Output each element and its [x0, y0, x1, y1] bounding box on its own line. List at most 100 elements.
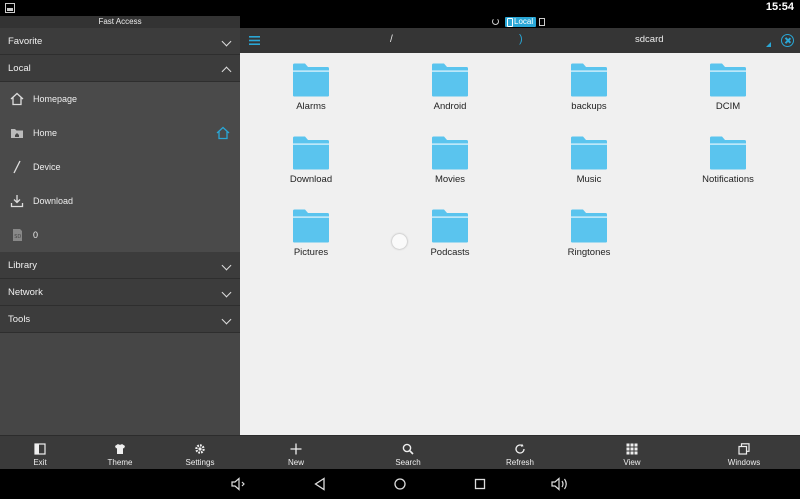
folder-name: Movies: [434, 174, 466, 185]
house-icon: [10, 92, 24, 106]
settings-label: Settings: [185, 458, 215, 467]
folder-item[interactable]: Podcasts: [395, 199, 505, 259]
windows-label: Windows: [727, 458, 761, 467]
folder-item[interactable]: Pictures: [256, 199, 366, 259]
section-label: Library: [8, 260, 38, 271]
settings-button[interactable]: Settings: [160, 436, 240, 470]
folder-item[interactable]: Notifications: [673, 126, 783, 186]
folder-icon: [571, 136, 607, 170]
folder-icon: [571, 209, 607, 243]
local-window-tab[interactable]: Local: [505, 17, 537, 27]
remote-window-icon[interactable]: [539, 18, 545, 26]
new-label: New: [287, 458, 304, 467]
folder-icon: [571, 63, 607, 97]
exit-label: Exit: [33, 458, 47, 467]
folder-icon: [710, 136, 746, 170]
folder-item[interactable]: Movies: [395, 126, 505, 186]
folder-item[interactable]: Music: [534, 126, 644, 186]
dropdown-corner-icon[interactable]: [766, 42, 771, 47]
menu-icon[interactable]: [249, 35, 260, 46]
folder-icon: [293, 209, 329, 243]
chevron-down-icon: [221, 314, 232, 325]
section-local[interactable]: Local: [0, 55, 240, 82]
sidebar-item-label: Device: [33, 162, 61, 172]
section-label: Tools: [8, 314, 31, 325]
sidebar-item-home[interactable]: Home: [0, 116, 240, 150]
sync-icon[interactable]: [492, 18, 499, 25]
section-network[interactable]: Network: [0, 279, 240, 306]
section-favorite[interactable]: Favorite: [0, 28, 240, 55]
path-bar: / ) sdcard: [240, 28, 800, 53]
folder-name: Android: [433, 101, 467, 112]
folder-name: Podcasts: [430, 247, 470, 258]
local-items-list: Homepage Home Device Download SD 0: [0, 82, 240, 252]
folder-name: DCIM: [715, 101, 741, 112]
sidebar-title: Fast Access: [0, 16, 240, 28]
slash-icon: [13, 160, 21, 174]
folder-icon: [432, 136, 468, 170]
search-icon: [402, 443, 414, 455]
view-label: View: [623, 458, 641, 467]
breadcrumb-current[interactable]: sdcard: [635, 34, 664, 45]
folder-item[interactable]: Download: [256, 126, 366, 186]
section-tools[interactable]: Tools: [0, 306, 240, 333]
refresh-button[interactable]: Refresh: [464, 436, 576, 470]
theme-label: Theme: [107, 458, 133, 467]
grid-view-icon: [626, 443, 638, 455]
folder-name: Alarms: [296, 101, 326, 112]
windows-button[interactable]: Windows: [688, 436, 800, 470]
chevron-down-icon: [221, 36, 232, 47]
exit-icon: [34, 443, 46, 455]
folder-item[interactable]: Alarms: [256, 53, 366, 113]
sidebar-item-download[interactable]: Download: [0, 184, 240, 218]
download-icon: [10, 195, 24, 208]
chevron-up-icon: [221, 66, 232, 77]
exit-button[interactable]: Exit: [0, 436, 80, 470]
folder-item[interactable]: Android: [395, 53, 505, 113]
close-icon[interactable]: [781, 34, 794, 47]
sd-card-icon: SD: [13, 229, 22, 241]
fast-access-sidebar: Fast Access Favorite Local Homepage Home…: [0, 16, 240, 435]
folder-name: Ringtones: [567, 247, 611, 258]
volume-down-icon[interactable]: [231, 477, 247, 491]
chevron-down-icon: [221, 260, 232, 271]
folder-icon: [710, 63, 746, 97]
windows-icon: [738, 443, 750, 455]
volume-up-icon[interactable]: [551, 477, 569, 491]
folder-icon: [432, 63, 468, 97]
folder-item[interactable]: Ringtones: [534, 199, 644, 259]
sidebar-item-sd-card[interactable]: SD 0: [0, 218, 240, 252]
sidebar-item-device[interactable]: Device: [0, 150, 240, 184]
breadcrumb-root[interactable]: /: [390, 34, 393, 45]
plus-icon: [290, 443, 302, 455]
search-button[interactable]: Search: [352, 436, 464, 470]
folder-icon: [293, 136, 329, 170]
breadcrumb-separator: ): [519, 33, 523, 45]
section-library[interactable]: Library: [0, 252, 240, 279]
shirt-icon: [115, 444, 125, 454]
theme-button[interactable]: Theme: [80, 436, 160, 470]
back-icon[interactable]: [313, 477, 327, 491]
sidebar-toolbar: Exit Theme Settings: [0, 435, 240, 469]
sidebar-item-label: 0: [33, 230, 39, 240]
home-folder-icon: [11, 129, 23, 138]
gallery-notification-icon: [5, 3, 15, 13]
chevron-down-icon: [221, 287, 232, 298]
set-home-icon[interactable]: [216, 126, 230, 140]
sidebar-item-homepage[interactable]: Homepage: [0, 82, 240, 116]
folder-name: Pictures: [293, 247, 329, 258]
status-time: 15:54: [765, 1, 794, 13]
recent-apps-icon[interactable]: [473, 477, 487, 491]
status-bar: 15:54: [0, 0, 800, 16]
new-button[interactable]: New: [240, 436, 352, 470]
sidebar-item-label: Homepage: [33, 94, 78, 104]
system-navigation-bar: [0, 469, 800, 499]
main-toolbar: New Search Refresh View Windows: [240, 435, 800, 469]
section-label: Network: [8, 287, 43, 298]
folder-item[interactable]: backups: [534, 53, 644, 113]
gear-icon: [195, 444, 205, 454]
folder-item[interactable]: DCIM: [673, 53, 783, 113]
view-button[interactable]: View: [576, 436, 688, 470]
home-icon[interactable]: [393, 477, 407, 491]
window-top-bar: Local: [240, 16, 800, 28]
